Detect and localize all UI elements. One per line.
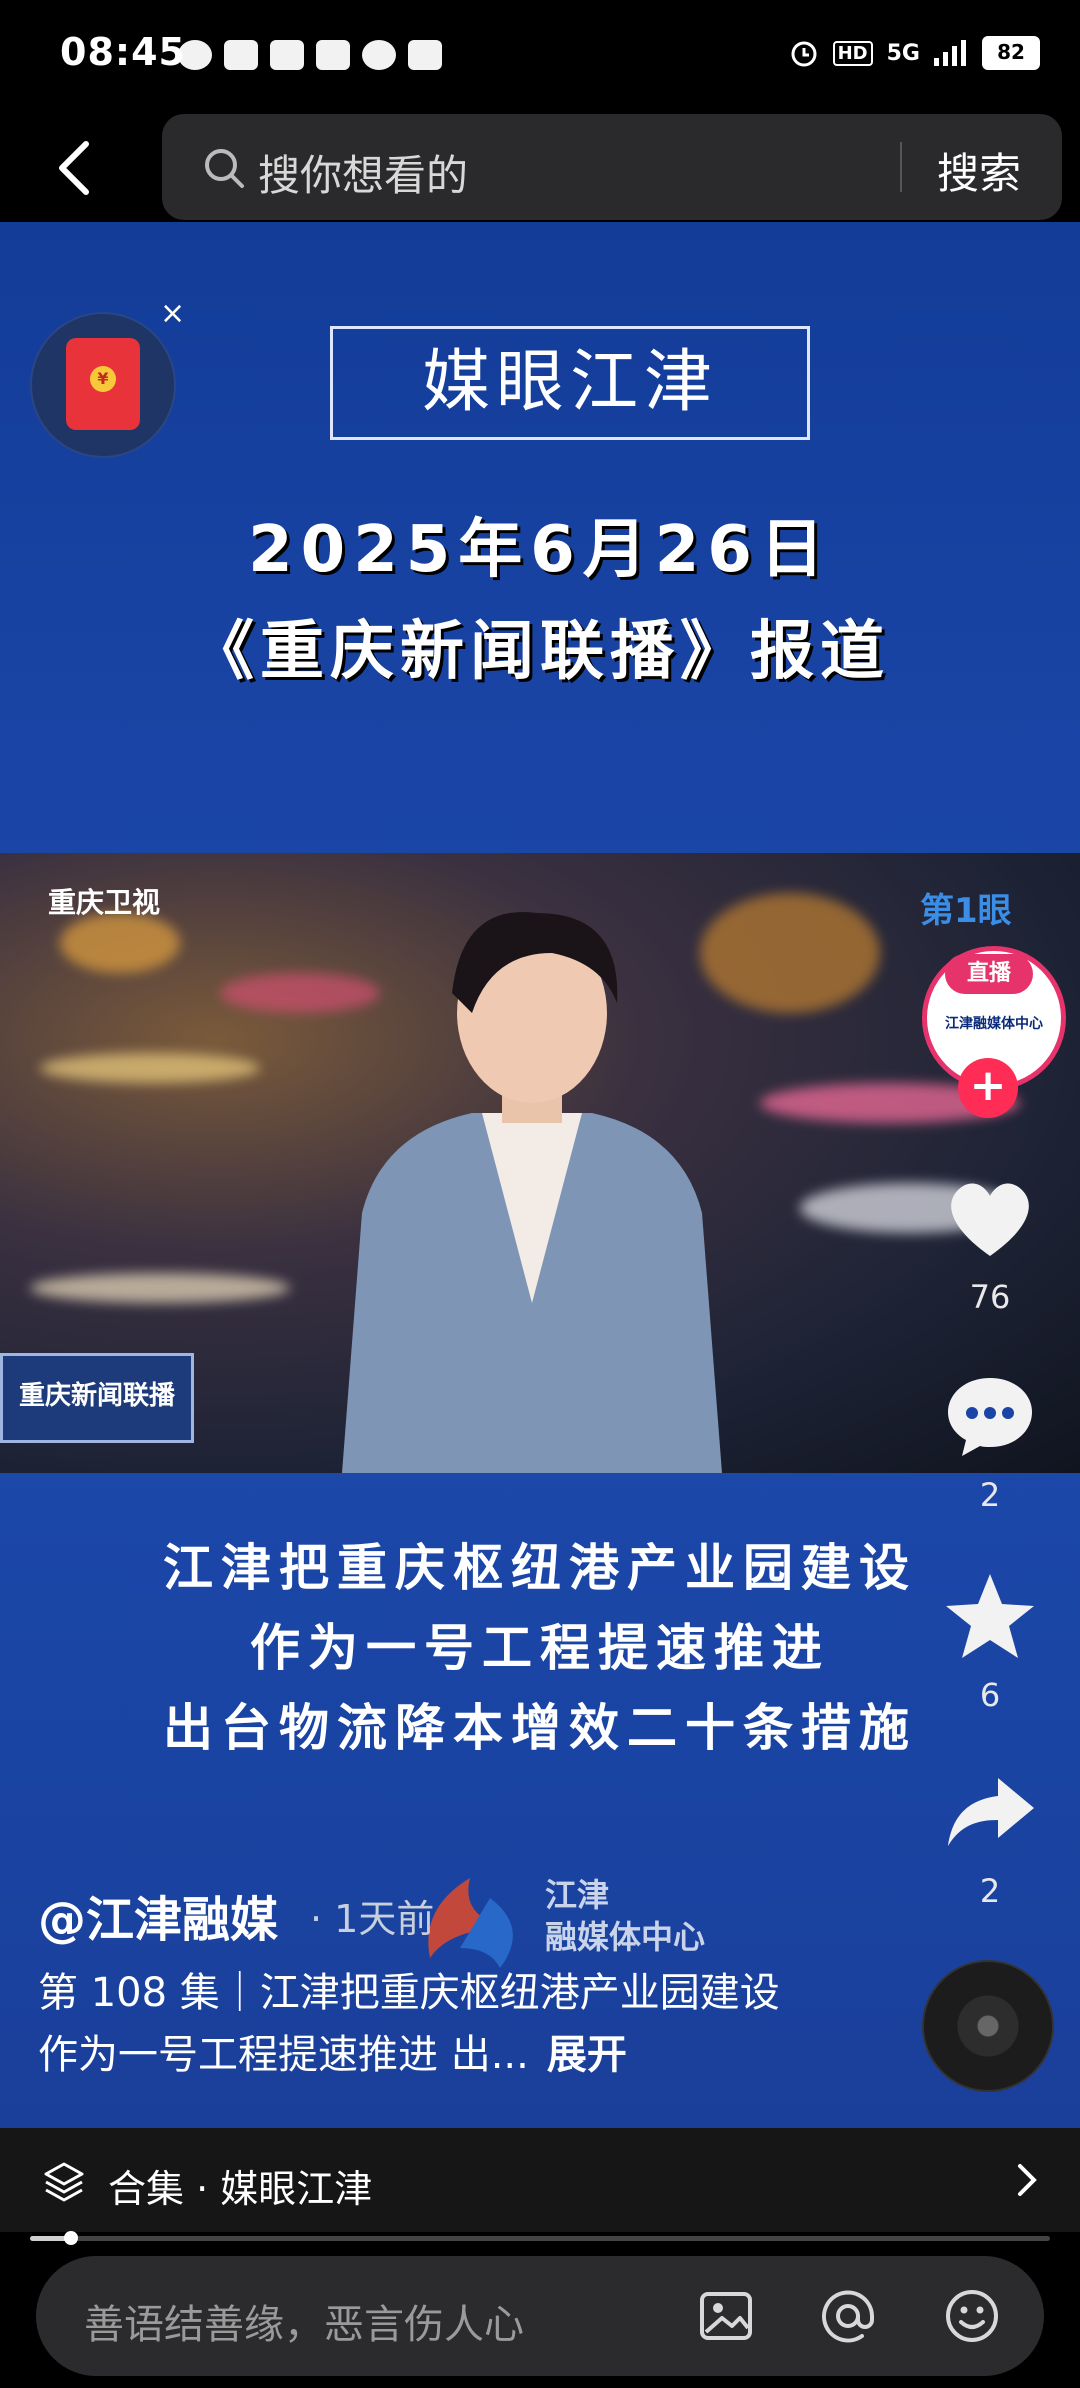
heart-icon xyxy=(951,1183,1029,1256)
signal-icon xyxy=(934,40,966,66)
red-envelope-icon: ¥ xyxy=(66,338,140,430)
wechat-icon xyxy=(362,40,396,70)
emoji-icon[interactable] xyxy=(942,2286,1002,2346)
share-button[interactable]: 2 xyxy=(930,1762,1050,1910)
follow-plus-button[interactable]: + xyxy=(958,1058,1018,1118)
video-progress-handle[interactable] xyxy=(63,2231,78,2245)
star-icon xyxy=(946,1574,1034,1658)
network-icon: 5G xyxy=(886,40,920,66)
video-player[interactable]: 媒眼江津 2025年6月26日 《重庆新闻联播》报道 重庆卫视 第1眼 重庆新闻… xyxy=(0,208,1080,2128)
app-notification-icon xyxy=(224,40,258,70)
expand-button[interactable]: 展开 xyxy=(547,2032,627,2078)
like-button[interactable]: 76 xyxy=(930,1168,1050,1316)
hd-icon: HD xyxy=(832,40,873,66)
share-count: 2 xyxy=(979,1872,1001,1910)
square-icon xyxy=(408,40,442,70)
comment-count: 2 xyxy=(979,1476,1001,1514)
vivo-icon xyxy=(316,40,350,70)
collection-label: 合集 · 媒眼江津 xyxy=(108,2167,373,2211)
share-arrow-icon xyxy=(948,1778,1034,1846)
search-button[interactable]: 搜索 xyxy=(937,140,1021,201)
comment-icon xyxy=(948,1378,1032,1456)
back-arrow-icon[interactable] xyxy=(48,138,102,198)
chevron-right-icon xyxy=(1018,2164,1037,2196)
at-mention-icon[interactable] xyxy=(818,2286,878,2346)
watermark-line2: 融媒体中心 xyxy=(545,1918,706,1956)
search-header: 搜你想看的 搜索 xyxy=(0,100,1080,222)
station-logo: 重庆卫视 xyxy=(48,886,161,919)
like-count: 76 xyxy=(969,1278,1011,1316)
status-time: 08:45 xyxy=(60,30,186,74)
description-text: 第 108 集｜江津把重庆枢纽港产业园建设 作为一号工程提速推进 出... xyxy=(38,1970,780,2078)
notification-icons xyxy=(178,40,442,70)
post-time: · 1天前 xyxy=(310,1897,435,1941)
red-packet-close-icon[interactable]: × xyxy=(160,296,185,331)
search-input[interactable]: 搜你想看的 搜索 xyxy=(162,114,1062,220)
comment-input[interactable]: 善语结善缘，恶言伤人心 xyxy=(36,2256,1044,2376)
comment-placeholder: 善语结善缘，恶言伤人心 xyxy=(84,2302,524,2348)
favorite-count: 6 xyxy=(979,1676,1001,1714)
search-placeholder: 搜你想看的 xyxy=(258,151,469,200)
avatar-label: 江津融媒体中心 xyxy=(945,1016,1043,1032)
yuan-seal-icon: ¥ xyxy=(90,366,116,392)
image-icon[interactable] xyxy=(696,2286,756,2346)
broadcast-frame: 重庆卫视 第1眼 重庆新闻联播 xyxy=(0,853,1080,1473)
favorite-button[interactable]: 6 xyxy=(930,1566,1050,1714)
video-progress-bar[interactable] xyxy=(30,2231,1050,2245)
news-anchor-image xyxy=(342,912,722,1473)
comment-button[interactable]: 2 xyxy=(930,1366,1050,1514)
video-date: 2025年6月26日 xyxy=(248,513,832,587)
battery-indicator: 82 xyxy=(982,36,1040,70)
post-description[interactable]: 第 108 集｜江津把重庆枢纽港产业园建设 作为一号工程提速推进 出... 展开 xyxy=(38,1962,828,2086)
alarm-icon xyxy=(791,41,817,67)
video-title: 媒眼江津 xyxy=(421,343,718,422)
home-indicator-area xyxy=(0,2376,1080,2388)
station-mark: 第1眼 xyxy=(920,891,1012,931)
author-name[interactable]: @江津融媒 xyxy=(38,1880,278,1950)
message-icon xyxy=(178,40,212,70)
live-badge[interactable]: 直播 xyxy=(945,954,1033,994)
music-disc-icon[interactable] xyxy=(922,1960,1054,2092)
layers-icon xyxy=(44,2162,84,2202)
collection-bar[interactable]: 合集 · 媒眼江津 xyxy=(0,2128,1080,2232)
program-lower-third: 重庆新闻联播 xyxy=(0,1353,194,1443)
caption-line-1: 江津把重庆枢纽港产业园建设 xyxy=(163,1539,917,1597)
search-divider xyxy=(900,142,902,192)
red-packet-button[interactable]: ¥ xyxy=(30,312,176,458)
caption-line-3: 出台物流降本增效二十条措施 xyxy=(163,1699,917,1757)
video-feed-screen: 08:45 HD 5G 82 媒眼江津 2025年6月26日 《重庆新闻联播》报… xyxy=(0,0,1080,2388)
system-status-icons: HD 5G 82 xyxy=(789,36,1040,70)
status-bar: 08:45 HD 5G 82 xyxy=(0,0,1080,100)
alipay-icon xyxy=(270,40,304,70)
video-program: 《重庆新闻联播》报道 xyxy=(190,615,890,689)
caption-line-2: 作为一号工程提速推进 xyxy=(250,1619,830,1677)
search-icon xyxy=(205,149,244,188)
watermark-line1: 江津 xyxy=(545,1876,610,1914)
video-title-frame: 媒眼江津 xyxy=(330,326,810,440)
